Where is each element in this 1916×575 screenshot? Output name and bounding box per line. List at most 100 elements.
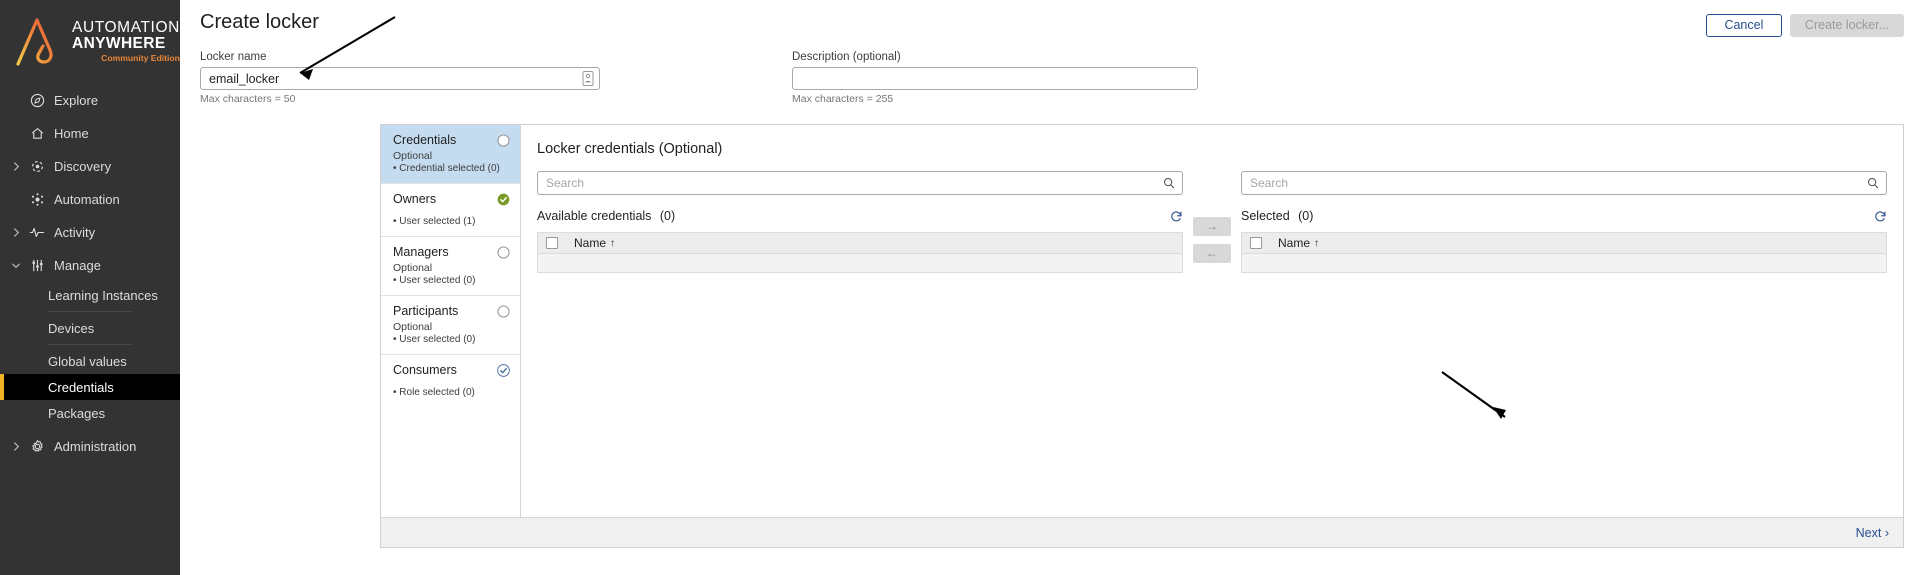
main-content: Create locker Cancel Create locker... Lo…	[180, 0, 1916, 575]
automation-anywhere-logo-icon	[10, 12, 66, 70]
transfer-widget: Available credentials (0) Name ↑	[537, 171, 1887, 273]
gear-icon	[24, 439, 50, 454]
step-meta: • User selected (1)	[393, 216, 476, 227]
sidebar-item-label: Discovery	[54, 159, 112, 174]
sidebar-item-label: Home	[54, 126, 89, 141]
step-title: Participants	[393, 304, 459, 318]
sidebar-nav: Explore Home Discovery Automation Activi…	[0, 84, 180, 463]
step-optional-label: Optional	[393, 262, 433, 274]
selected-heading-wrap: Selected (0)	[1241, 207, 1313, 225]
step-owners[interactable]: Owners • User selected (1)	[381, 184, 520, 237]
description-input-shell[interactable]	[792, 67, 1198, 90]
step-optional-label: Optional	[393, 321, 433, 333]
step-title: Owners	[393, 192, 437, 206]
sidebar-item-manage[interactable]: Manage	[0, 249, 180, 282]
step-title: Consumers	[393, 363, 457, 377]
locker-name-helper: Max characters = 50	[200, 93, 296, 105]
sidebar-item-label: Activity	[54, 225, 96, 240]
automation-icon	[24, 192, 50, 207]
step-meta: • Role selected (0)	[393, 387, 475, 398]
step-meta: • User selected (0)	[393, 275, 476, 286]
chevron-right-icon[interactable]	[8, 162, 24, 171]
sidebar-subitem-learning-instances-wrap: Learning Instances	[0, 282, 180, 308]
sidebar-subitem-devices[interactable]: Devices	[0, 315, 180, 341]
refresh-available-icon[interactable]	[1170, 210, 1183, 223]
sidebar-subitem-credentials[interactable]: Credentials	[0, 374, 180, 400]
sidebar-item-activity[interactable]: Activity	[0, 216, 180, 249]
chevron-right-icon[interactable]	[8, 442, 24, 451]
brand-line-2: ANYWHERE	[72, 35, 166, 53]
circle-empty-icon	[497, 305, 510, 318]
selected-count: (0)	[1298, 209, 1314, 223]
selected-select-all-checkbox[interactable]	[1250, 237, 1262, 249]
chevron-right-icon[interactable]	[8, 228, 24, 237]
available-column-name[interactable]: Name	[574, 236, 606, 250]
sidebar-item-label: Explore	[54, 93, 99, 108]
sidebar: AUTOMATION ANYWHERE Community Edition Ex…	[0, 0, 180, 575]
sort-ascending-icon[interactable]: ↑	[1314, 238, 1319, 249]
move-right-button[interactable]: →	[1193, 217, 1231, 236]
next-button[interactable]: Next ›	[1856, 526, 1889, 540]
sidebar-item-label: Manage	[54, 258, 101, 273]
available-column: Available credentials (0) Name ↑	[537, 171, 1183, 273]
available-select-all-checkbox[interactable]	[546, 237, 558, 249]
available-empty-row	[537, 254, 1183, 273]
available-table-header: Name ↑	[537, 232, 1183, 254]
locker-wizard-card: Credentials Optional • Credential select…	[380, 124, 1904, 548]
activity-icon	[24, 225, 50, 240]
selected-search[interactable]	[1241, 171, 1887, 195]
locker-name-input[interactable]	[201, 68, 599, 89]
move-left-button[interactable]: ←	[1193, 244, 1231, 263]
sort-ascending-icon[interactable]: ↑	[610, 238, 615, 249]
refresh-selected-icon[interactable]	[1874, 210, 1887, 223]
brand-edition: Community Edition	[101, 52, 180, 63]
sidebar-subitem-learning-instances[interactable]: Learning Instances	[0, 282, 180, 308]
available-count: (0)	[659, 209, 676, 223]
locker-name-input-shell[interactable]	[200, 67, 600, 90]
step-credentials[interactable]: Credentials Optional • Credential select…	[381, 125, 520, 184]
chevron-down-icon[interactable]	[8, 261, 24, 270]
step-meta: • Credential selected (0)	[393, 163, 500, 174]
search-icon[interactable]	[1867, 176, 1879, 194]
sidebar-item-explore[interactable]: Explore	[0, 84, 180, 117]
description-helper: Max characters = 255	[792, 93, 894, 105]
sidebar-item-automation[interactable]: Automation	[0, 183, 180, 216]
sidebar-subitem-packages-wrap: Packages	[0, 400, 180, 426]
selected-empty-row	[1241, 254, 1887, 273]
sidebar-subitem-credentials-wrap: Credentials	[0, 374, 180, 400]
cancel-button[interactable]: Cancel	[1705, 14, 1782, 37]
step-title: Managers	[393, 245, 449, 259]
home-icon	[24, 126, 50, 141]
sidebar-subitem-devices-wrap: Devices	[0, 315, 180, 341]
description-field: Description (optional) Max characters = …	[792, 51, 1198, 105]
sidebar-item-discovery[interactable]: Discovery	[0, 150, 180, 183]
selected-column-name[interactable]: Name	[1278, 236, 1310, 250]
available-search-input[interactable]	[538, 172, 1182, 194]
card-footer: Next ›	[381, 517, 1903, 547]
locker-form: Locker name Max characters = 50 Descript…	[180, 46, 1916, 108]
step-consumers[interactable]: Consumers • Role selected (0)	[381, 355, 520, 407]
step-participants[interactable]: Participants Optional • User selected (0…	[381, 296, 520, 355]
step-managers[interactable]: Managers Optional • User selected (0)	[381, 237, 520, 296]
sidebar-subitem-global-values-wrap: Global values	[0, 348, 180, 374]
available-search[interactable]	[537, 171, 1183, 195]
brand-line-1: AUTOMATION	[72, 18, 180, 36]
selected-heading: Selected	[1241, 209, 1290, 223]
description-input[interactable]	[793, 68, 1197, 89]
brand-logo[interactable]: AUTOMATION ANYWHERE Community Edition	[0, 0, 180, 82]
sidebar-item-home[interactable]: Home	[0, 117, 180, 150]
sidebar-subitem-global-values[interactable]: Global values	[0, 348, 180, 374]
locker-icon[interactable]	[582, 71, 594, 91]
wizard-steps: Credentials Optional • Credential select…	[381, 125, 521, 517]
selected-header: Selected (0)	[1241, 207, 1887, 225]
sidebar-item-label: Administration	[54, 439, 137, 454]
selected-table-header: Name ↑	[1241, 232, 1887, 254]
selected-search-input[interactable]	[1242, 172, 1886, 194]
search-icon[interactable]	[1163, 176, 1175, 194]
sidebar-divider	[48, 311, 132, 312]
discovery-icon	[24, 159, 50, 174]
brand-text: AUTOMATION ANYWHERE Community Edition	[72, 20, 180, 63]
sidebar-subitem-packages[interactable]: Packages	[0, 400, 180, 426]
sidebar-item-administration[interactable]: Administration	[0, 430, 180, 463]
sidebar-item-label: Automation	[54, 192, 120, 207]
